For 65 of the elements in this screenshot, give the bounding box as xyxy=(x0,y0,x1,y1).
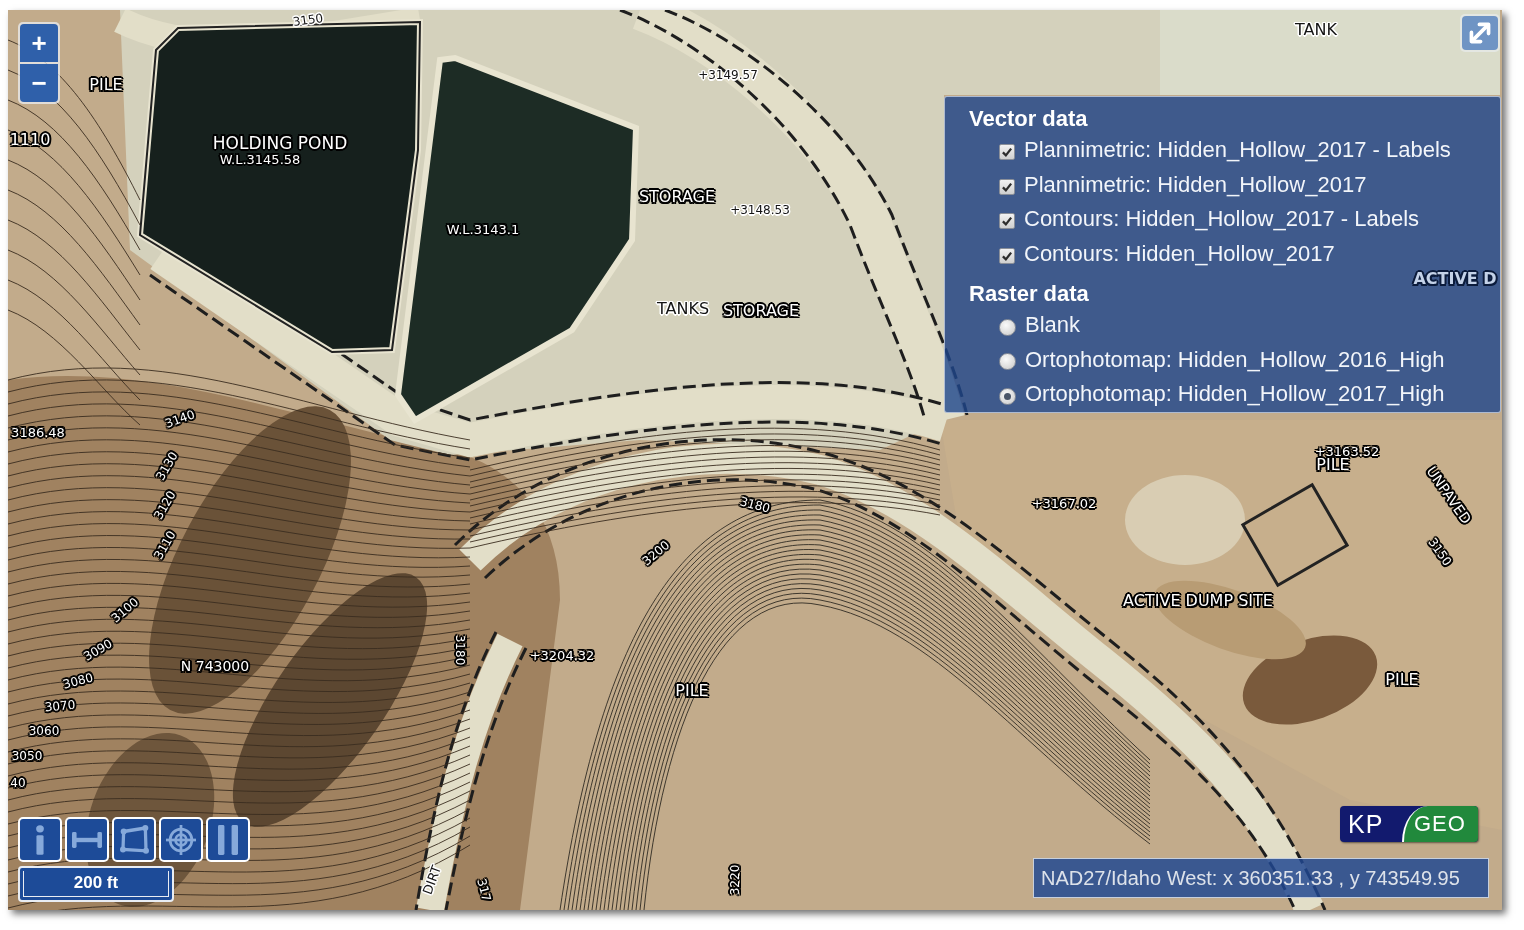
map-label: 3220 xyxy=(729,864,741,896)
map-label: HOLDING POND xyxy=(212,134,348,152)
info-icon xyxy=(36,824,44,855)
tool-button[interactable] xyxy=(65,817,109,862)
map-label: N 743000 xyxy=(180,659,250,673)
map-label: +3167.02 xyxy=(1031,496,1097,510)
fullscreen-icon xyxy=(1469,22,1491,44)
layer-radio[interactable] xyxy=(999,318,1016,336)
map-label: ACTIVE D xyxy=(1413,271,1497,287)
fullscreen-button[interactable] xyxy=(1462,16,1498,50)
zoom-in-button[interactable]: + xyxy=(20,24,58,62)
crosshair-icon xyxy=(166,824,196,855)
map-label: 40 xyxy=(10,777,26,789)
map-label: PILE xyxy=(1316,457,1350,473)
layer-label[interactable]: Contours: Hidden_Hollow_2017 - Labels xyxy=(1024,206,1420,233)
map-label: W.L.3143.1 xyxy=(446,222,520,236)
line-measure-icon xyxy=(72,831,102,848)
map-label: +3204.32 xyxy=(529,648,595,662)
map-label: 3180 xyxy=(738,495,772,515)
layer-checkbox[interactable] xyxy=(999,144,1015,161)
tool-button[interactable] xyxy=(18,817,62,862)
map-label: +3149.57 xyxy=(698,69,758,81)
map-label: TANKS xyxy=(656,301,710,317)
logo-text: KP xyxy=(1347,809,1385,840)
logo-text: GEO xyxy=(1402,806,1478,842)
map-label: STORAGE xyxy=(638,189,716,205)
tool-button[interactable] xyxy=(206,817,250,862)
layer-group-heading: Vector data xyxy=(969,105,1088,133)
map-label: 3150 xyxy=(292,11,324,29)
zoom-out-button[interactable]: − xyxy=(20,64,58,102)
tool-button[interactable] xyxy=(159,817,203,862)
map-label: 3186.48 xyxy=(11,425,65,439)
map-label: +3148.53 xyxy=(730,204,790,216)
tool-button[interactable] xyxy=(112,817,156,862)
scale-bar: 200 ft xyxy=(18,866,174,902)
map-label: 3080 xyxy=(61,671,95,691)
layer-checkbox[interactable] xyxy=(999,178,1015,195)
map-label: DIRT xyxy=(420,863,444,897)
layer-label[interactable]: Contours: Hidden_Hollow_2017 xyxy=(1024,240,1335,267)
layer-label[interactable]: Plannimetric: Hidden_Hollow_2017 xyxy=(1024,171,1367,198)
map-label: STORAGE xyxy=(722,303,800,319)
layer-label[interactable]: Ortophotomap: Hidden_Hollow_2017_High xyxy=(1025,381,1445,408)
vertical-bars-icon xyxy=(218,824,238,855)
map-label: PILE xyxy=(1385,672,1419,688)
layer-radio[interactable] xyxy=(999,353,1016,371)
layer-radio[interactable] xyxy=(999,387,1016,405)
map-label: 3140 xyxy=(163,408,197,430)
map-label: 317 xyxy=(475,877,493,903)
polygon-icon xyxy=(119,825,149,854)
map-label: 3050 xyxy=(11,750,43,762)
map-label: ACTIVE DUMP SITE xyxy=(1123,593,1273,609)
map-label: TANK xyxy=(1295,22,1337,38)
layer-label[interactable]: Plannimetric: Hidden_Hollow_2017 - Labels xyxy=(1024,137,1451,164)
map-label: W.L.3145.58 xyxy=(219,152,301,166)
map-label: 3070 xyxy=(44,698,76,714)
map-label: PILE xyxy=(89,77,123,93)
map-label: 3060 xyxy=(28,725,60,737)
map-label: +3163.52 xyxy=(1314,444,1380,458)
layer-label[interactable]: Blank xyxy=(1025,312,1081,339)
layer-group-heading: Raster data xyxy=(969,280,1089,308)
layer-checkbox[interactable] xyxy=(999,213,1015,230)
layer-label[interactable]: Ortophotomap: Hidden_Hollow_2016_High xyxy=(1025,346,1445,373)
coordinates-readout: NAD27/Idaho West: x 360351.33 , y 743549.95 xyxy=(1033,858,1489,898)
map-label: 3180 xyxy=(454,634,466,666)
layer-checkbox[interactable] xyxy=(999,247,1015,264)
